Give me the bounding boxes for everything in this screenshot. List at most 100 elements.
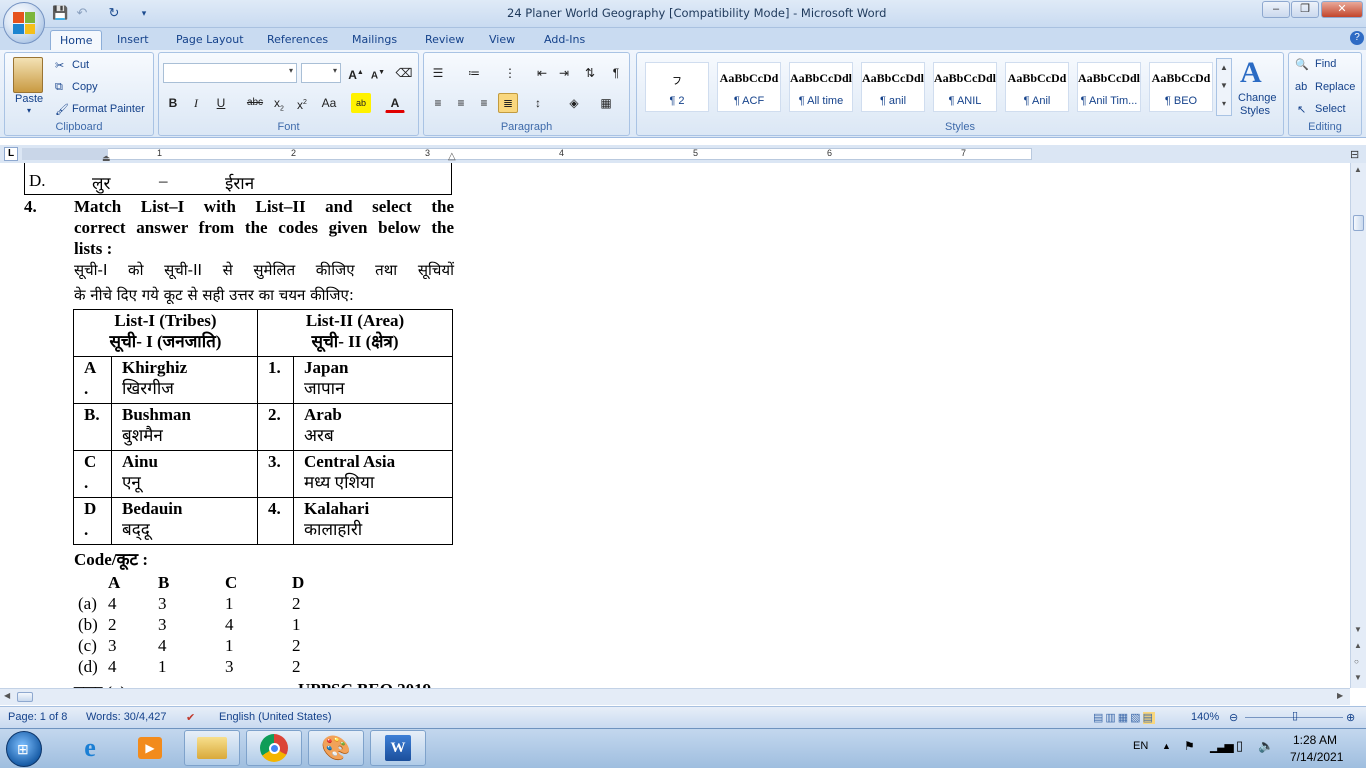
tab-insert[interactable]: Insert: [108, 30, 158, 50]
style-beo[interactable]: AaBbCcDd ¶ BEO: [1149, 62, 1213, 112]
tab-mailings[interactable]: Mailings: [343, 30, 406, 50]
numbering-icon[interactable]: ≔: [464, 63, 484, 83]
justify-icon[interactable]: ≣: [498, 93, 518, 113]
prev-page-icon[interactable]: ▲: [1354, 641, 1362, 650]
italic-icon[interactable]: I: [186, 93, 206, 113]
paste-button[interactable]: Paste: [15, 93, 43, 105]
browse-object-icon[interactable]: ○: [1354, 657, 1359, 666]
clear-formatting-icon[interactable]: ⌫: [394, 63, 414, 83]
undo-icon[interactable]: ↶: [74, 5, 90, 21]
h-scroll-thumb[interactable]: [17, 692, 33, 702]
taskbar-explorer[interactable]: [184, 730, 240, 766]
horizontal-scrollbar[interactable]: ◀ ▶: [0, 688, 1350, 705]
tab-references[interactable]: References: [258, 30, 337, 50]
volume-icon[interactable]: 🔈: [1258, 738, 1274, 754]
underline-icon[interactable]: U: [211, 93, 231, 113]
style-anil-time[interactable]: AaBbCcDdl ¶ Anil Tim...: [1077, 62, 1141, 112]
zoom-out-icon[interactable]: ⊖: [1229, 711, 1238, 724]
select-icon[interactable]: ↖: [1297, 103, 1306, 116]
close-button[interactable]: ✕: [1321, 1, 1363, 18]
bold-icon[interactable]: B: [163, 93, 183, 113]
subscript-icon[interactable]: x2: [269, 93, 289, 113]
save-icon[interactable]: 💾: [52, 5, 68, 21]
font-name-combo[interactable]: ▾: [163, 63, 297, 83]
language[interactable]: English (United States): [219, 711, 332, 723]
battery-icon[interactable]: ▯: [1236, 738, 1243, 754]
paste-dropdown-icon[interactable]: ▾: [27, 106, 31, 115]
align-right-icon[interactable]: ≡: [474, 93, 494, 113]
tab-add-ins[interactable]: Add-Ins: [535, 30, 594, 50]
change-case-icon[interactable]: Aa: [319, 93, 339, 113]
tab-home[interactable]: Home: [50, 30, 103, 50]
minimize-button[interactable]: –: [1262, 1, 1290, 18]
align-left-icon[interactable]: ≡: [428, 93, 448, 113]
horizontal-ruler[interactable]: 1 2 3 4 5 6 7: [22, 148, 1032, 160]
right-indent-marker-icon[interactable]: △: [448, 151, 456, 162]
increase-indent-icon[interactable]: ⇥: [554, 63, 574, 83]
taskbar-word[interactable]: W: [370, 730, 426, 766]
tab-selector-icon[interactable]: L: [4, 147, 18, 161]
copy-button[interactable]: Copy: [72, 81, 98, 93]
tab-page-layout[interactable]: Page Layout: [167, 30, 253, 50]
help-icon[interactable]: ?: [1350, 31, 1364, 45]
style-acf[interactable]: AaBbCcDd ¶ ACF: [717, 62, 781, 112]
tab-view[interactable]: View: [480, 30, 524, 50]
find-button[interactable]: Find: [1315, 58, 1336, 70]
paste-icon[interactable]: [13, 57, 43, 93]
cut-icon[interactable]: ✂: [55, 59, 64, 72]
select-button[interactable]: Select: [1315, 103, 1346, 115]
borders-icon[interactable]: ▦: [596, 93, 616, 113]
next-page-icon[interactable]: ▼: [1354, 673, 1362, 682]
style-anil-upper[interactable]: AaBbCcDdl ¶ ANIL: [933, 62, 997, 112]
clock-time[interactable]: 1:28 AM: [1293, 733, 1337, 747]
taskbar-paint[interactable]: 🎨: [308, 730, 364, 766]
network-icon[interactable]: ▁▃▅: [1210, 739, 1234, 753]
show-hidden-icons-icon[interactable]: ▲: [1162, 741, 1171, 751]
change-styles-button[interactable]: Change: [1238, 92, 1277, 104]
taskbar-chrome[interactable]: [246, 730, 302, 766]
style-2[interactable]: ㇷ ¶ 2: [645, 62, 709, 112]
zoom-in-icon[interactable]: ⊕: [1346, 711, 1355, 724]
highlight-icon[interactable]: ab: [351, 93, 371, 113]
zoom-level[interactable]: 140%: [1191, 711, 1219, 723]
restore-button[interactable]: ❐: [1291, 1, 1319, 18]
word-count[interactable]: Words: 30/4,427: [86, 711, 167, 723]
tab-review[interactable]: Review: [416, 30, 473, 50]
font-size-combo[interactable]: ▾: [301, 63, 341, 83]
office-button[interactable]: [3, 2, 45, 44]
scroll-up-icon[interactable]: ▲: [1354, 165, 1362, 174]
format-painter-button[interactable]: Format Painter: [72, 103, 145, 115]
style-anil-lower[interactable]: AaBbCcDdl ¶ anil: [861, 62, 925, 112]
style-anil[interactable]: AaBbCcDd ¶ Anil: [1005, 62, 1069, 112]
shading-icon[interactable]: ◈: [564, 93, 584, 113]
scroll-right-icon[interactable]: ▶: [1337, 691, 1343, 700]
qat-customize-icon[interactable]: ▾: [136, 5, 152, 21]
find-icon[interactable]: 🔍: [1295, 58, 1309, 71]
replace-button[interactable]: Replace: [1315, 81, 1355, 93]
strikethrough-icon[interactable]: abc: [245, 93, 265, 113]
style-all-time[interactable]: AaBbCcDdl ¶ All time: [789, 62, 853, 112]
scroll-left-icon[interactable]: ◀: [4, 691, 10, 700]
view-buttons-icon[interactable]: ▤▥▦▧▤: [1093, 711, 1155, 724]
clock-date[interactable]: 7/14/2021: [1290, 750, 1343, 764]
change-styles-button-line2[interactable]: Styles: [1240, 105, 1270, 117]
vertical-scrollbar[interactable]: ▲ ▼ ▲ ○ ▼: [1350, 163, 1366, 688]
align-center-icon[interactable]: ≡: [451, 93, 471, 113]
redo-icon[interactable]: ↻: [106, 5, 122, 21]
page-count[interactable]: Page: 1 of 8: [8, 711, 67, 723]
superscript-icon[interactable]: x2: [292, 93, 312, 113]
taskbar-ie[interactable]: e: [62, 730, 118, 766]
format-painter-icon[interactable]: 🖌: [55, 103, 69, 116]
document-area[interactable]: D. लुर – ईरान 4. Match List–I with List–…: [0, 163, 1350, 688]
scroll-down-icon[interactable]: ▼: [1354, 625, 1362, 634]
taskbar-media-player[interactable]: ▶: [122, 730, 178, 766]
cut-button[interactable]: Cut: [72, 59, 89, 71]
styles-scroll-icon[interactable]: ▲ ▼ ▾: [1216, 58, 1232, 116]
copy-icon[interactable]: ⧉: [55, 81, 63, 94]
line-spacing-icon[interactable]: ↕: [528, 93, 548, 113]
replace-icon[interactable]: ab: [1295, 81, 1307, 93]
language-indicator[interactable]: EN: [1133, 740, 1148, 752]
zoom-slider-thumb-icon[interactable]: ▯: [1292, 709, 1298, 722]
change-styles-icon[interactable]: A: [1240, 56, 1262, 90]
start-button[interactable]: ⊞: [6, 731, 42, 767]
